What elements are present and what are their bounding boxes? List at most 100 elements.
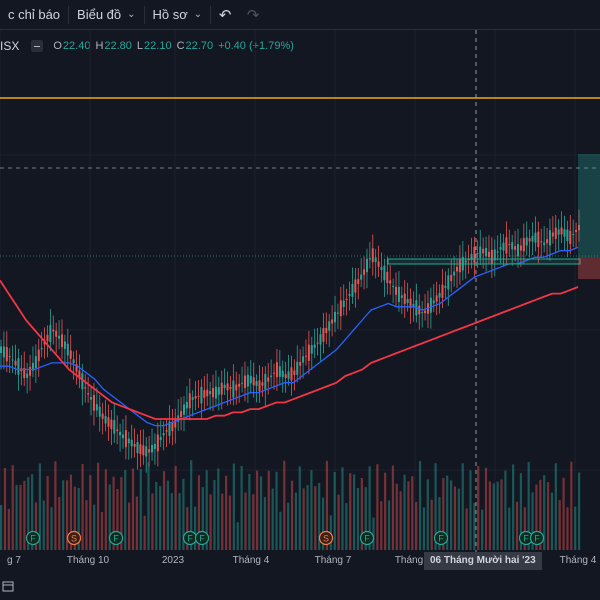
candle-body xyxy=(435,295,438,302)
volume-bar xyxy=(356,487,360,550)
chevron-down-icon: ⌄ xyxy=(127,9,136,20)
crosshair-date-label: 06 Tháng Mười hai '23 xyxy=(424,552,542,570)
event-marker-label: F xyxy=(364,534,370,544)
candle-body xyxy=(522,238,525,252)
candle-body xyxy=(92,395,95,411)
volume-bar xyxy=(259,476,263,550)
chart-type-button[interactable]: Biểu đồ ⌄ xyxy=(69,0,143,30)
candle-body xyxy=(482,248,485,254)
candle-body xyxy=(130,439,133,447)
candle-body xyxy=(212,388,215,398)
price-chart[interactable]: FSFFFSFFFF g 7 Tháng 10 2023 Tháng 4 Tháng 7… xyxy=(0,30,600,600)
volume-bar xyxy=(399,491,402,550)
candle-body xyxy=(55,330,58,337)
top-toolbar: c chỉ báo Biểu đồ ⌄ Hồ sơ ⌄ ↶ ↷ xyxy=(0,0,600,30)
volume-bar xyxy=(104,469,107,550)
candle-body xyxy=(270,375,273,378)
time-axis-tick-label: Tháng xyxy=(395,555,423,566)
volume-bar xyxy=(574,506,577,550)
slow-moving-average-line xyxy=(0,279,579,420)
volume-bar xyxy=(294,492,298,550)
candle-body xyxy=(354,279,357,293)
candle-body xyxy=(517,244,520,257)
candle-body xyxy=(200,386,203,404)
candle-body xyxy=(531,235,534,242)
candle-body xyxy=(429,297,432,313)
time-axis-tick-label: g 7 xyxy=(7,555,21,566)
indicators-button[interactable]: c chỉ báo xyxy=(0,0,68,30)
candle-body xyxy=(540,241,543,243)
indicators-label: c chỉ báo xyxy=(8,7,61,22)
candle-body xyxy=(438,293,441,298)
candle-body xyxy=(377,261,380,267)
volume-bar xyxy=(50,507,53,550)
volume-bar xyxy=(23,480,26,550)
candle-body xyxy=(124,430,127,448)
volume-bar xyxy=(263,496,266,550)
candle-body xyxy=(87,393,90,395)
volume-bar xyxy=(504,470,507,550)
volume-bar xyxy=(298,466,301,550)
candle-body xyxy=(374,257,377,263)
candle-body xyxy=(223,384,226,389)
volume-bar xyxy=(473,502,476,550)
volume-bar xyxy=(496,481,499,550)
volume-bar xyxy=(58,496,61,550)
event-marker-label: F xyxy=(113,534,119,544)
candle-body xyxy=(241,382,244,384)
volume-bar xyxy=(422,507,426,550)
volume-bar xyxy=(135,496,138,550)
volume-bar xyxy=(353,474,356,550)
volume-bar xyxy=(418,461,422,550)
candle-body xyxy=(159,436,162,441)
undo-icon[interactable]: ↶ xyxy=(211,0,239,30)
volume-bar xyxy=(578,472,581,550)
candle-body xyxy=(502,242,505,251)
candle-body xyxy=(145,446,148,457)
event-marker-label: F xyxy=(187,534,193,544)
volume-bar xyxy=(372,517,375,550)
time-axis-tick-label: Tháng 10 xyxy=(67,555,110,566)
volume-bar xyxy=(131,468,135,550)
event-marker: F xyxy=(25,530,41,546)
chevron-down-icon: ⌄ xyxy=(193,9,203,20)
candle-body xyxy=(84,387,87,389)
event-marker-label: F xyxy=(534,534,540,544)
candle-body xyxy=(299,362,302,366)
candle-body xyxy=(496,251,499,253)
candle-body xyxy=(232,380,235,398)
candle-body xyxy=(534,232,537,243)
candle-body xyxy=(563,229,566,237)
candle-body xyxy=(72,359,75,364)
profile-button[interactable]: Hồ sơ ⌄ xyxy=(145,0,211,30)
candle-body xyxy=(348,293,351,296)
volume-bar xyxy=(345,503,348,550)
volume-bar xyxy=(407,481,410,550)
candle-body xyxy=(287,371,290,379)
volume-bar xyxy=(170,493,173,550)
candle-body xyxy=(485,248,488,257)
candle-body xyxy=(69,350,72,359)
candle-body xyxy=(310,345,313,354)
candle-body xyxy=(479,246,482,258)
candle-body xyxy=(264,373,267,390)
event-marker-label: F xyxy=(523,534,529,544)
candle-body xyxy=(2,346,5,358)
candle-body xyxy=(46,334,49,342)
candle-body xyxy=(342,300,345,307)
candle-body xyxy=(560,227,563,235)
volume-bar xyxy=(174,466,177,550)
candle-body xyxy=(52,329,55,332)
volume-bar xyxy=(85,500,88,550)
volume-bar xyxy=(306,485,309,550)
calendar-icon[interactable] xyxy=(2,580,14,592)
candle-body xyxy=(380,267,383,271)
volume-bar xyxy=(252,494,255,550)
volume-bar xyxy=(492,483,495,550)
volume-bar xyxy=(283,460,286,550)
volume-bar xyxy=(449,480,453,550)
volume-bar xyxy=(477,466,480,550)
volume-bar xyxy=(570,461,573,550)
redo-icon[interactable]: ↷ xyxy=(239,0,267,30)
candle-body xyxy=(331,319,334,324)
